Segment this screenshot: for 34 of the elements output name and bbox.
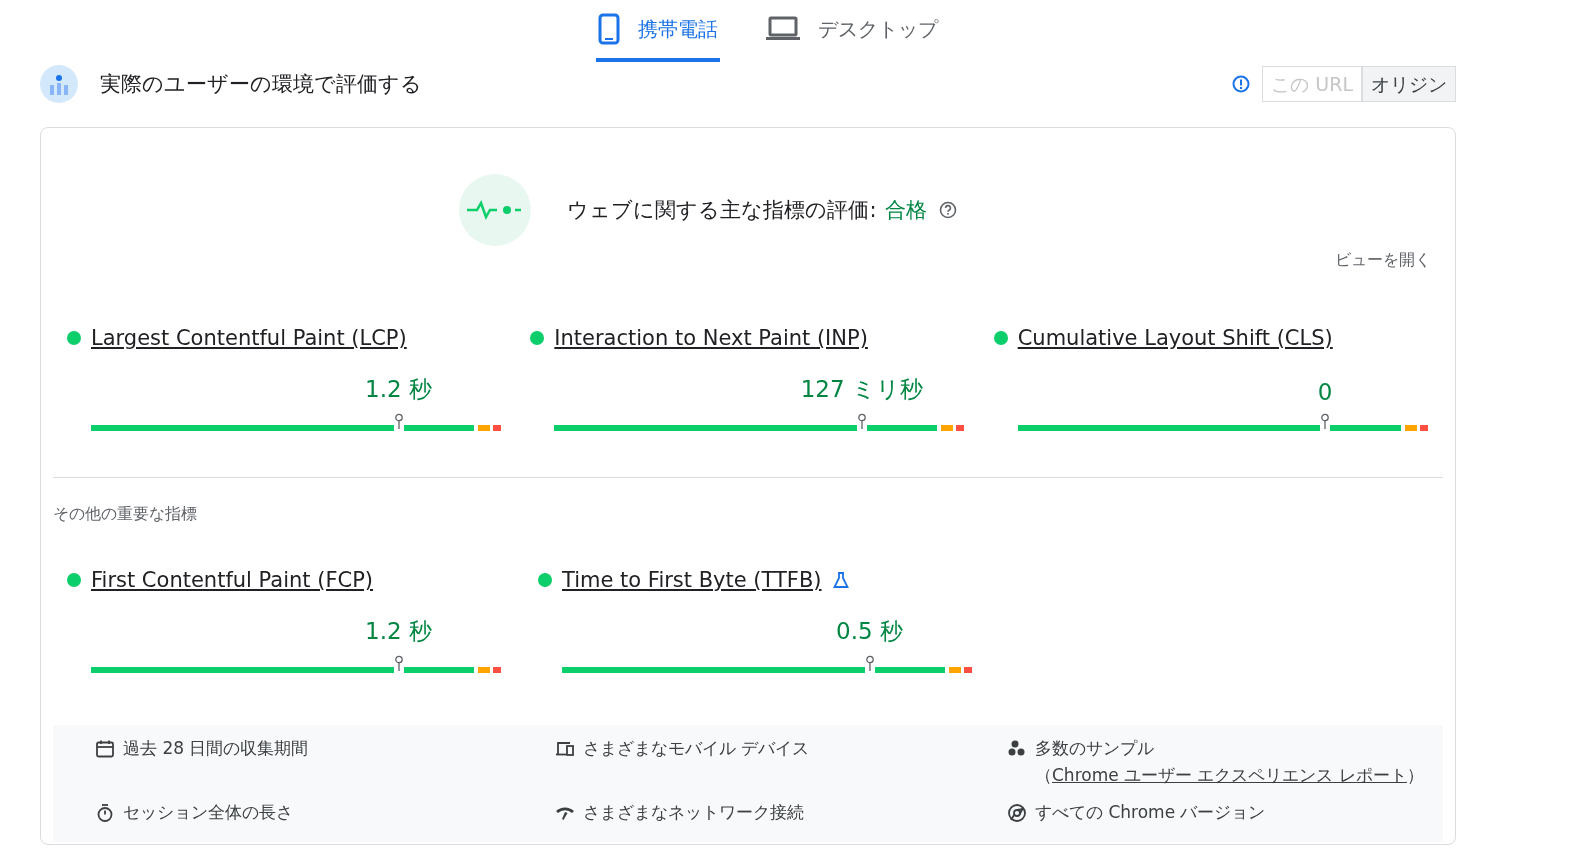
phone-icon — [598, 13, 620, 45]
info-text: すべての Chrome バージョン — [1035, 801, 1266, 824]
metric-link[interactable]: Largest Contentful Paint (LCP) — [91, 326, 407, 350]
info-icon[interactable] — [1232, 75, 1251, 93]
section-heading: その他の重要な指標 — [53, 504, 198, 525]
chrome-icon — [1007, 803, 1027, 823]
devices-icon — [555, 739, 575, 759]
metric-link[interactable]: Time to First Byte (TTFB) — [562, 568, 822, 592]
report-link[interactable]: Chrome ユーザー エクスペリエンス レポート — [1052, 765, 1407, 785]
metric-link[interactable]: Interaction to Next Paint (INP) — [554, 326, 868, 350]
assessment-label: ウェブに関する主な指標の評価: — [567, 197, 877, 224]
info-text: 過去 28 日間の収集期間 — [123, 737, 309, 760]
metric-value: 0.5 秒 — [835, 617, 904, 646]
metric-value: 0 — [1316, 379, 1334, 405]
device-tab[interactable]: 携帯電話 — [596, 0, 720, 62]
metric-value: 1.2 秒 — [364, 375, 433, 404]
metric-link[interactable]: Cumulative Layout Shift (CLS) — [1017, 326, 1333, 350]
scope-toggle-button[interactable]: オリジン — [1362, 66, 1456, 102]
info-text: さまざまなネットワーク接続 — [583, 801, 804, 824]
assessment-result: 合格 — [884, 197, 927, 224]
stopwatch-icon — [95, 803, 115, 823]
section-title: 実際のユーザーの環境で評価する — [100, 71, 422, 98]
chart-badge-icon — [40, 65, 78, 103]
info-text: さまざまなモバイル デバイス — [583, 737, 810, 760]
expand-view-link[interactable]: ビューを開く — [1335, 250, 1431, 271]
help-icon[interactable] — [938, 201, 957, 219]
device-tab[interactable]: デスクトップ — [764, 0, 940, 62]
info-text: セッション全体の長さ — [123, 801, 293, 824]
calendar-icon — [95, 739, 115, 759]
metric-link[interactable]: First Contentful Paint (FCP) — [91, 568, 374, 592]
metric-value: 1.2 秒 — [364, 617, 433, 646]
info-text: 多数のサンプル（Chrome ユーザー エクスペリエンス レポート） — [1035, 737, 1425, 787]
laptop-icon — [766, 16, 800, 42]
metric-value: 127 ミリ秒 — [799, 375, 924, 404]
